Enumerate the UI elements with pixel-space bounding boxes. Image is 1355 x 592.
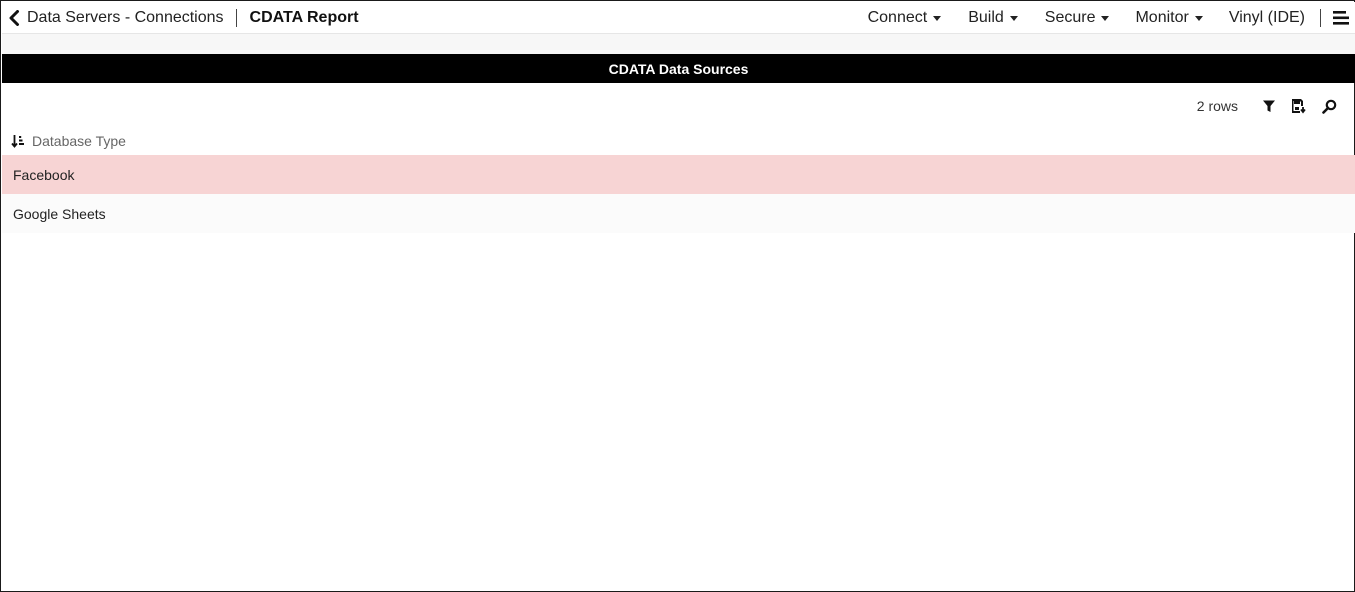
caret-down-icon [1194, 15, 1203, 21]
caret-down-icon [933, 15, 942, 21]
grid-toolbar: 2 rows [1197, 95, 1340, 117]
grid-header-row: Database Type [2, 126, 1355, 155]
hamburger-menu-icon[interactable] [1329, 6, 1353, 30]
cell-database-type: Google Sheets [13, 205, 106, 222]
page-title: CDATA Report [249, 8, 359, 26]
top-navigation-bar: Data Servers - Connections CDATA Report … [2, 2, 1355, 34]
caret-down-icon [1009, 15, 1018, 21]
cell-database-type: Facebook [13, 166, 75, 183]
sort-ascending-icon[interactable] [10, 133, 26, 149]
nav-build-label: Build [968, 8, 1004, 26]
row-count: 2 rows [1196, 98, 1238, 114]
search-icon[interactable] [1318, 95, 1340, 117]
nav-connect[interactable]: Connect [868, 2, 942, 33]
nav-monitor-label: Monitor [1135, 8, 1189, 26]
section-header: CDATA Data Sources [2, 54, 1355, 83]
main-menu: Connect Build Secure Monitor Vinyl (IDE) [868, 2, 1355, 33]
sub-header-strip [2, 34, 1355, 54]
chevron-left-icon[interactable] [7, 9, 21, 27]
nav-connect-label: Connect [867, 8, 928, 26]
filter-icon[interactable] [1258, 95, 1280, 117]
column-header-database-type[interactable]: Database Type [32, 133, 126, 149]
nav-monitor[interactable]: Monitor [1135, 2, 1203, 33]
section-title: CDATA Data Sources [608, 60, 749, 77]
nav-separator [1320, 8, 1321, 27]
nav-vinyl-ide[interactable]: Vinyl (IDE) [1229, 2, 1305, 33]
breadcrumb-separator [235, 8, 237, 27]
app-window: Data Servers - Connections CDATA Report … [0, 0, 1355, 592]
caret-down-icon [1101, 15, 1110, 21]
export-icon[interactable] [1288, 95, 1310, 117]
table-row[interactable]: Google Sheets [2, 194, 1355, 233]
grid-body: Facebook Google Sheets [2, 155, 1355, 233]
nav-secure[interactable]: Secure [1045, 2, 1110, 33]
nav-vinyl-ide-label: Vinyl (IDE) [1228, 8, 1305, 26]
back-link[interactable]: Data Servers - Connections [2, 2, 224, 33]
breadcrumb-parent[interactable]: Data Servers - Connections [27, 9, 224, 27]
table-row[interactable]: Facebook [2, 155, 1355, 194]
nav-secure-label: Secure [1044, 8, 1096, 26]
nav-build[interactable]: Build [968, 2, 1018, 33]
